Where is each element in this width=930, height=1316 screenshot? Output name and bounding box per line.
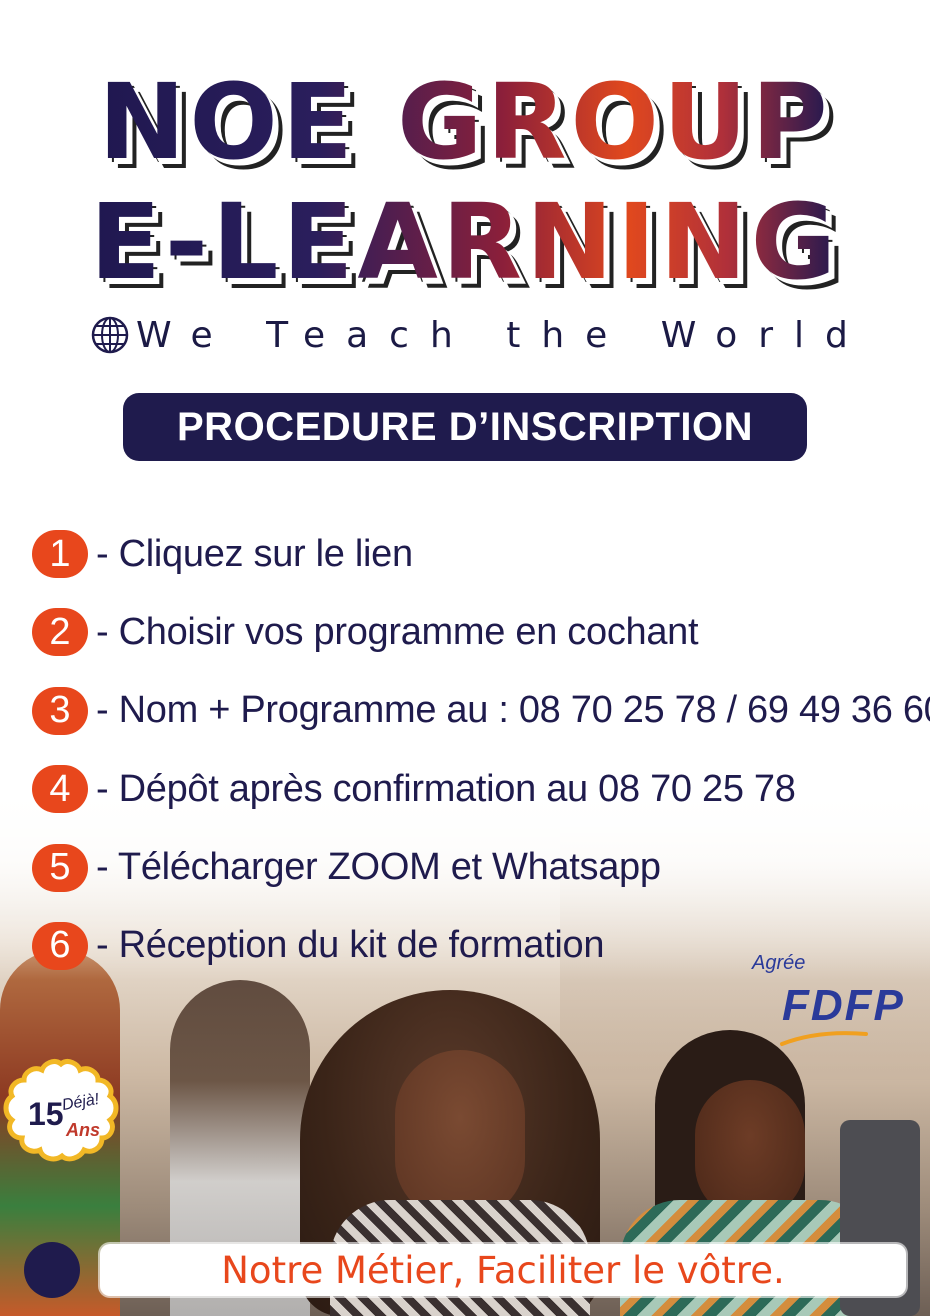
photo-second-woman-face [695, 1080, 805, 1220]
slogan-text: Notre Métier, Faciliter le vôtre. [221, 1248, 785, 1292]
anniversary-number: 15 [28, 1096, 64, 1132]
procedure-badge-text: PROCEDURE D’INSCRIPTION [177, 404, 753, 449]
photo-woman-face [395, 1050, 525, 1220]
step-5: 5 - Télécharger ZOOM et Whatsapp [32, 842, 922, 894]
anniversary-ans: Ans [66, 1120, 101, 1140]
step-number-badge: 6 [32, 921, 88, 970]
step-text: - Télécharger ZOOM et Whatsapp [96, 846, 661, 889]
step-4: 4 - Dépôt après confirmation au 08 70 25… [32, 763, 922, 815]
procedure-badge: PROCEDURE D’INSCRIPTION [123, 393, 807, 461]
title-line-1-text: NOE GROUP [98, 61, 832, 183]
step-number-badge: 3 [32, 686, 88, 735]
step-text: - Nom + Programme au : 08 70 25 78 / 69 … [96, 689, 930, 732]
title-line-2-text: E-LEARNING [89, 181, 841, 303]
step-text: - Choisir vos programme en cochant [96, 610, 699, 653]
fdfp-logo-text: FDFP [782, 981, 905, 1030]
step-number-badge: 5 [32, 843, 88, 892]
poster: NOE GROUP E-LEARNING We Teach the World … [0, 0, 930, 1316]
step-2: 2 - Choisir vos programme en cochant [32, 606, 922, 658]
step-3: 3 - Nom + Programme au : 08 70 25 78 / 6… [32, 685, 930, 737]
step-number-badge: 1 [32, 530, 88, 578]
slogan-bar: Notre Métier, Faciliter le vôtre. [100, 1244, 906, 1296]
tagline: We Teach the World [90, 312, 850, 358]
title-line-2: E-LEARNING [0, 190, 930, 294]
step-1: 1 - Cliquez sur le lien [32, 528, 922, 580]
accreditation-label: Agrée [752, 952, 806, 974]
globe-icon [91, 316, 129, 354]
step-text: - Dépôt après confirmation au 08 70 25 7… [96, 767, 796, 810]
slogan-dot [24, 1242, 80, 1298]
steps-list: 1 - Cliquez sur le lien 2 - Choisir vos … [32, 528, 930, 998]
title-line-1: NOE GROUP [0, 70, 930, 174]
step-number-badge: 2 [32, 608, 88, 657]
step-text: - Cliquez sur le lien [96, 532, 413, 575]
step-number-badge: 4 [32, 765, 88, 814]
step-text: - Réception du kit de formation [96, 924, 605, 967]
fdfp-logo: FDFP [780, 981, 905, 1046]
tagline-text: We Teach the World [136, 314, 869, 356]
